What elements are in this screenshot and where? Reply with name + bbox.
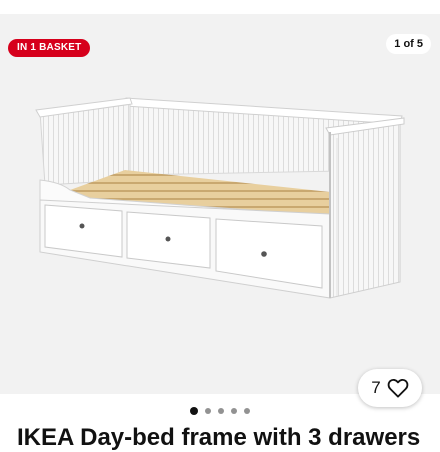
favourite-count: 7 [371,378,381,397]
daybed-product-image [35,97,405,299]
carousel-pagination [0,406,440,416]
pagination-dot-5[interactable] [244,408,250,414]
heart-outline-icon [387,378,409,398]
image-counter: 1 of 5 [386,34,431,54]
pagination-dot-2[interactable] [205,408,211,414]
in-basket-badge: IN 1 BASKET [8,39,91,57]
product-title: IKEA Day-bed frame with 3 drawers [17,424,421,451]
top-strip [0,0,440,14]
pagination-dot-1[interactable] [190,407,198,415]
favourite-button[interactable]: 7 [358,369,422,407]
pagination-dot-4[interactable] [231,408,237,414]
pagination-dot-3[interactable] [218,408,224,414]
product-image-carousel[interactable]: IN 1 BASKET 1 of 5 [0,14,440,394]
